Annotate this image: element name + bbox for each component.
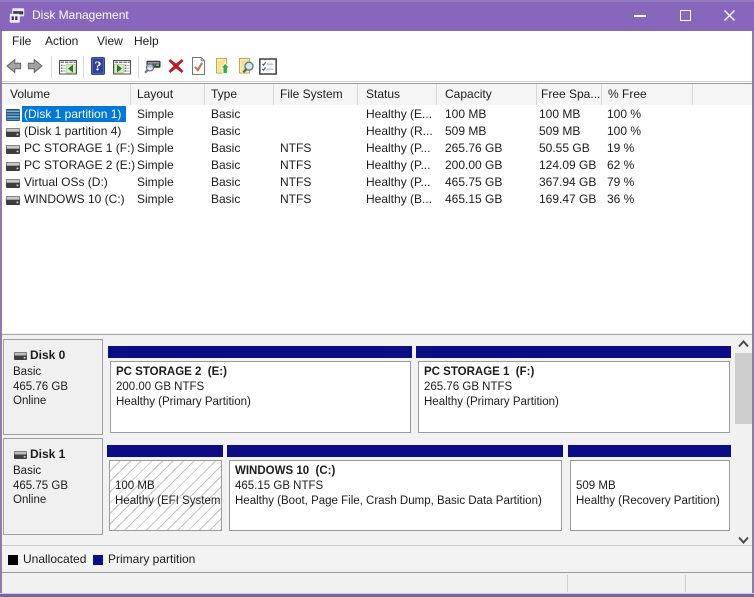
svg-text:?: ? <box>95 59 102 74</box>
